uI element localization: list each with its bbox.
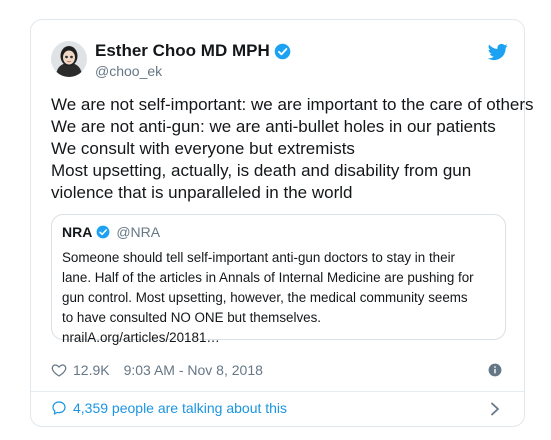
- verified-badge-icon: [274, 43, 291, 59]
- author-handle[interactable]: @choo_ek: [95, 63, 162, 79]
- quoted-author-row: NRA @NRA: [62, 224, 160, 240]
- quoted-handle: @NRA: [116, 224, 161, 240]
- author-name-row[interactable]: Esther Choo MD MPH: [95, 41, 291, 61]
- info-icon[interactable]: [488, 363, 502, 377]
- tweet-line: Most upsetting, actually, is death and d…: [51, 161, 472, 180]
- tweet-line: We are not self-important: we are import…: [51, 95, 534, 114]
- tweet-meta: 12.9K 9:03 AM - Nov 8, 2018: [51, 362, 263, 378]
- tweet-line: We consult with everyone but extremists: [51, 139, 355, 158]
- quoted-line: lane. Half of the articles in Annals of …: [62, 270, 474, 285]
- quoted-display-name: NRA: [62, 224, 93, 240]
- quoted-line: nrailA.org/articles/20181…: [62, 330, 220, 345]
- quoted-text: Someone should tell self-important anti-…: [62, 248, 492, 348]
- avatar[interactable]: [51, 41, 87, 77]
- talking-about-link[interactable]: 4,359 people are talking about this: [51, 400, 287, 416]
- chevron-right-icon[interactable]: [490, 402, 500, 416]
- speech-bubble-icon: [52, 401, 66, 415]
- timestamp[interactable]: 9:03 AM - Nov 8, 2018: [124, 362, 263, 378]
- quoted-tweet[interactable]: NRA @NRA Someone should tell self-import…: [51, 214, 506, 345]
- twitter-bird-icon[interactable]: [488, 42, 508, 62]
- tweet-text: We are not self-important: we are import…: [51, 94, 534, 204]
- tweet-line: We are not anti-gun: we are anti-bullet …: [51, 117, 496, 136]
- talking-about-text[interactable]: 4,359 people are talking about this: [73, 400, 287, 416]
- tweet-line: violence that is unparalleled in the wor…: [51, 183, 353, 202]
- author-display-name[interactable]: Esther Choo MD MPH: [95, 41, 270, 61]
- embedded-tweet-card: Esther Choo MD MPH @choo_ek We are not s…: [30, 19, 534, 427]
- like-count[interactable]: 12.9K: [73, 362, 110, 378]
- avatar-image: [51, 41, 87, 77]
- quoted-line: to have consulted NO ONE but themselves.: [62, 310, 322, 325]
- heart-icon[interactable]: [51, 362, 67, 378]
- verified-badge-icon: [96, 225, 110, 239]
- quoted-line: Someone should tell self-important anti-…: [62, 250, 455, 265]
- quoted-line: gun control. Most upsetting, however, th…: [62, 290, 468, 305]
- divider: [31, 391, 524, 392]
